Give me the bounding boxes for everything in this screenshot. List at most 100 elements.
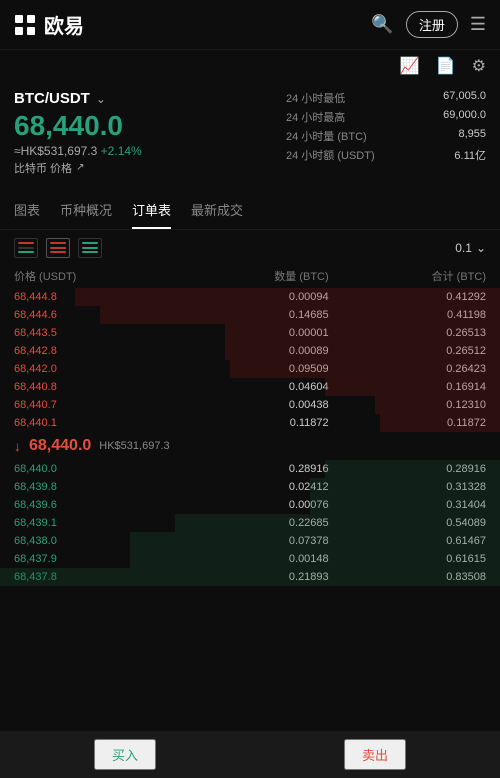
ask-price: 68,442.8 — [14, 345, 171, 357]
ask-total: 0.11872 — [329, 417, 486, 429]
bid-qty: 0.00076 — [171, 499, 328, 511]
ask-qty: 0.04604 — [171, 381, 328, 393]
view-bids-icon[interactable] — [78, 238, 102, 258]
bid-total: 0.61615 — [329, 553, 486, 565]
bid-price: 68,437.9 — [14, 553, 171, 565]
tab-orderbook[interactable]: 订单表 — [132, 192, 171, 229]
bid-total: 0.31328 — [329, 481, 486, 493]
search-icon[interactable]: 🔍 — [371, 14, 393, 35]
price-change: +2.14% — [101, 144, 142, 158]
ask-row: 68,444.6 0.14685 0.41198 — [0, 306, 500, 324]
orderbook-controls: 0.1 ⌄ — [0, 230, 500, 266]
ask-price: 68,440.7 — [14, 399, 171, 411]
sell-button[interactable]: 卖出 — [344, 739, 406, 770]
ask-total: 0.41198 — [329, 309, 486, 321]
bid-row: 68,439.1 0.22685 0.54089 — [0, 514, 500, 532]
bottom-bar: 买入 卖出 — [0, 731, 500, 778]
last-price-row: ↓ 68,440.0 HK$531,697.3 — [0, 432, 500, 460]
bid-qty: 0.21893 — [171, 571, 328, 583]
ask-total: 0.26512 — [329, 345, 486, 357]
ask-qty: 0.09509 — [171, 363, 328, 375]
view-asks-icon[interactable] — [46, 238, 70, 258]
ask-total: 0.26513 — [329, 327, 486, 339]
view-icon-group — [14, 238, 102, 258]
hk-price: ≈HK$531,697.3 +2.14% — [14, 144, 286, 158]
bid-price: 68,439.6 — [14, 499, 171, 511]
tabs: 图表 币种概况 订单表 最新成交 — [0, 192, 500, 230]
last-price: 68,440.0 — [29, 437, 91, 455]
decimal-selector[interactable]: 0.1 ⌄ — [455, 241, 486, 255]
menu-icon[interactable]: ☰ — [470, 14, 486, 35]
ask-price: 68,443.5 — [14, 327, 171, 339]
bid-qty: 0.22685 — [171, 517, 328, 529]
stats-panel: 24 小时最低 67,005.0 24 小时最高 69,000.0 24 小时量… — [286, 90, 486, 176]
ask-row: 68,440.1 0.11872 0.11872 — [0, 414, 500, 432]
ask-price: 68,444.6 — [14, 309, 171, 321]
bid-row: 68,439.6 0.00076 0.31404 — [0, 496, 500, 514]
stat-row-low: 24 小时最低 67,005.0 — [286, 90, 486, 106]
ask-price: 68,440.1 — [14, 417, 171, 429]
view-both-icon[interactable] — [14, 238, 38, 258]
bid-qty: 0.00148 — [171, 553, 328, 565]
bid-total: 0.54089 — [329, 517, 486, 529]
ask-total: 0.41292 — [329, 291, 486, 303]
coin-label: 比特币 价格 ↗ — [14, 160, 286, 176]
down-arrow-icon: ↓ — [14, 438, 21, 454]
bid-qty: 0.07378 — [171, 535, 328, 547]
stat-row-vol-btc: 24 小时量 (BTC) 8,955 — [286, 128, 486, 144]
bid-price: 68,439.1 — [14, 517, 171, 529]
bid-qty: 0.28916 — [171, 463, 328, 475]
logo: 欧易 — [14, 10, 84, 39]
document-icon[interactable]: 📄 — [436, 56, 456, 76]
last-hk-price: HK$531,697.3 — [99, 440, 169, 452]
ask-row: 68,442.0 0.09509 0.26423 — [0, 360, 500, 378]
ask-price: 68,440.8 — [14, 381, 171, 393]
tab-coin-overview[interactable]: 币种概况 — [60, 192, 112, 229]
chevron-down-icon: ⌄ — [476, 241, 486, 255]
ask-qty: 0.00094 — [171, 291, 328, 303]
main-price: 68,440.0 — [14, 111, 286, 142]
bid-row: 68,437.8 0.21893 0.83508 — [0, 568, 500, 586]
pair-name: BTC/USDT — [14, 90, 90, 107]
ask-price: 68,442.0 — [14, 363, 171, 375]
settings-icon[interactable]: ⚙ — [472, 56, 486, 76]
tab-recent-trades[interactable]: 最新成交 — [191, 192, 243, 229]
pair-row: BTC/USDT ⌄ — [14, 90, 286, 107]
bids-list: 68,440.0 0.28916 0.28916 68,439.8 0.0241… — [0, 460, 500, 586]
bid-total: 0.31404 — [329, 499, 486, 511]
bid-total: 0.83508 — [329, 571, 486, 583]
ask-qty: 0.00438 — [171, 399, 328, 411]
tab-chart[interactable]: 图表 — [14, 192, 40, 229]
header-actions: 🔍 注册 ☰ — [371, 11, 486, 38]
ask-row: 68,444.8 0.00094 0.41292 — [0, 288, 500, 306]
bid-price: 68,439.8 — [14, 481, 171, 493]
ask-row: 68,440.7 0.00438 0.12310 — [0, 396, 500, 414]
register-button[interactable]: 注册 — [406, 11, 458, 38]
orderbook-header: 价格 (USDT) 数量 (BTC) 合计 (BTC) — [0, 266, 500, 288]
ask-qty: 0.00001 — [171, 327, 328, 339]
buy-button[interactable]: 买入 — [94, 739, 156, 770]
logo-text: 欧易 — [44, 10, 84, 39]
bid-price: 68,437.8 — [14, 571, 171, 583]
ask-row: 68,440.8 0.04604 0.16914 — [0, 378, 500, 396]
bid-qty: 0.02412 — [171, 481, 328, 493]
bid-row: 68,440.0 0.28916 0.28916 — [0, 460, 500, 478]
ask-row: 68,443.5 0.00001 0.26513 — [0, 324, 500, 342]
ask-total: 0.26423 — [329, 363, 486, 375]
bid-total: 0.28916 — [329, 463, 486, 475]
chart-icon[interactable]: 📈 — [400, 56, 420, 76]
bid-price: 68,440.0 — [14, 463, 171, 475]
ask-total: 0.12310 — [329, 399, 486, 411]
ask-row: 68,442.8 0.00089 0.26512 — [0, 342, 500, 360]
ask-qty: 0.00089 — [171, 345, 328, 357]
ask-qty: 0.14685 — [171, 309, 328, 321]
bid-total: 0.61467 — [329, 535, 486, 547]
external-link-icon[interactable]: ↗ — [76, 162, 84, 173]
bid-row: 68,437.9 0.00148 0.61615 — [0, 550, 500, 568]
ask-qty: 0.11872 — [171, 417, 328, 429]
pair-dropdown-icon[interactable]: ⌄ — [96, 92, 106, 106]
price-left: BTC/USDT ⌄ 68,440.0 ≈HK$531,697.3 +2.14%… — [14, 90, 286, 176]
stat-row-high: 24 小时最高 69,000.0 — [286, 109, 486, 125]
logo-icon — [14, 14, 36, 36]
stat-row-vol-usdt: 24 小时额 (USDT) 6.11亿 — [286, 147, 486, 163]
